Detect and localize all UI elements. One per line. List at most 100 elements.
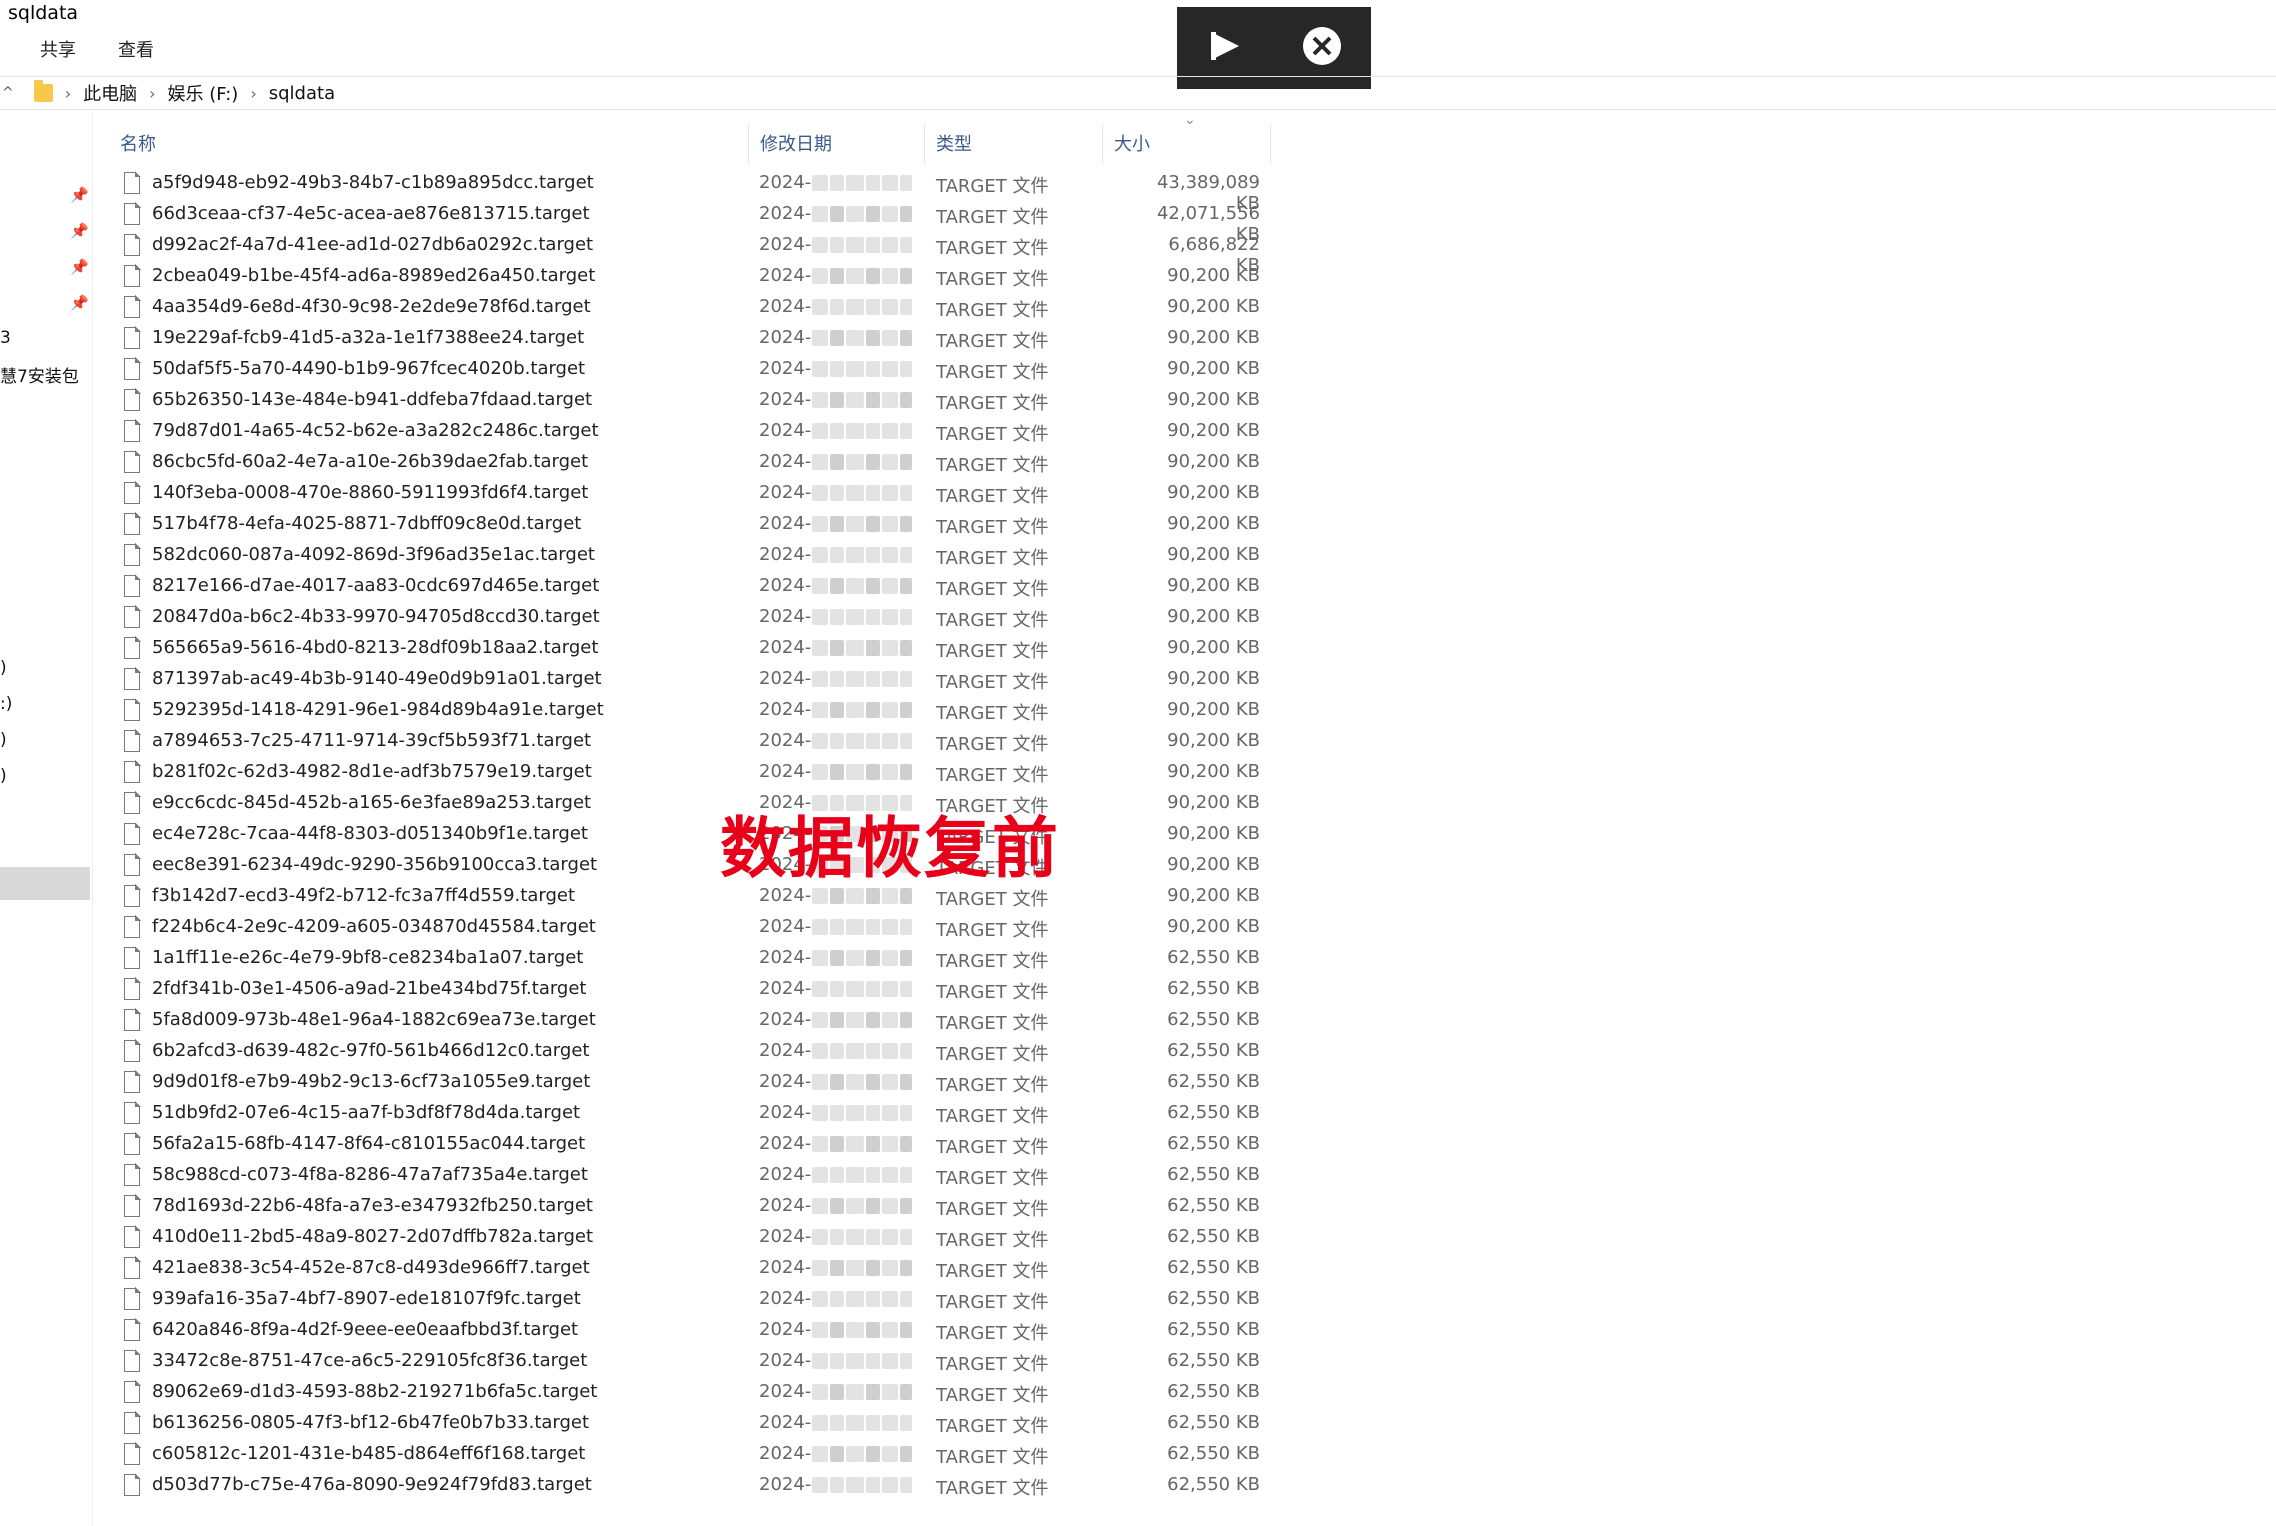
nav-item[interactable]: 慧7安装包: [0, 362, 79, 387]
file-icon: [124, 605, 141, 628]
pin-icon[interactable]: 📌: [70, 294, 89, 312]
file-icon: [124, 1194, 141, 1217]
file-row[interactable]: 66d3ceaa-cf37-4e5c-acea-ae876e813715.tar…: [122, 200, 1282, 245]
play-back-icon[interactable]: [1205, 26, 1245, 70]
breadcrumb-drive[interactable]: 娱乐 (F:): [168, 80, 239, 106]
file-icon: [124, 450, 141, 473]
breadcrumb-this-pc[interactable]: 此电脑: [83, 80, 137, 106]
file-row[interactable]: a5f9d948-eb92-49b3-84b7-c1b89a895dcc.tar…: [122, 169, 1282, 214]
up-arrow-icon[interactable]: ^: [2, 85, 14, 101]
file-date: 2024-: [759, 1009, 812, 1030]
redaction-block: [812, 733, 828, 749]
redaction-block: [830, 1167, 844, 1183]
file-row[interactable]: 58c988cd-c073-4f8a-8286-47a7af735a4e.tar…: [122, 1161, 1282, 1192]
pin-icon[interactable]: 📌: [70, 222, 89, 240]
redaction-block: [846, 1198, 864, 1214]
file-row[interactable]: 56fa2a15-68fb-4147-8f64-c810155ac044.tar…: [122, 1130, 1282, 1161]
file-row[interactable]: ec4e728c-7caa-44f8-8303-d051340b9f1e.tar…: [122, 820, 1282, 851]
file-row[interactable]: 517b4f78-4efa-4025-8871-7dbff09c8e0d.tar…: [122, 510, 1282, 541]
file-name: 89062e69-d1d3-4593-88b2-219271b6fa5c.tar…: [152, 1381, 598, 1402]
column-divider[interactable]: [748, 124, 749, 164]
file-row[interactable]: 5292395d-1418-4291-96e1-984d89b4a91e.tar…: [122, 696, 1282, 727]
file-size: 62,550 KB: [1167, 1474, 1260, 1495]
pin-icon[interactable]: 📌: [70, 258, 89, 276]
file-row[interactable]: 78d1693d-22b6-48fa-a7e3-e347932fb250.tar…: [122, 1192, 1282, 1223]
file-row[interactable]: 565665a9-5616-4bd0-8213-28df09b18aa2.tar…: [122, 634, 1282, 665]
close-circle-icon[interactable]: [1300, 24, 1344, 72]
nav-item[interactable]: ): [0, 730, 7, 750]
file-row[interactable]: 871397ab-ac49-4b3b-9140-49e0d9b91a01.tar…: [122, 665, 1282, 696]
redaction-block: [830, 609, 844, 625]
file-row[interactable]: c605812c-1201-431e-b485-d864eff6f168.tar…: [122, 1440, 1282, 1471]
column-divider[interactable]: [1270, 124, 1271, 164]
file-row[interactable]: d992ac2f-4a7d-41ee-ad1d-027db6a0292c.tar…: [122, 231, 1282, 276]
file-row[interactable]: 410d0e11-2bd5-48a9-8027-2d07dffb782a.tar…: [122, 1223, 1282, 1254]
file-row[interactable]: 2fdf341b-03e1-4506-a9ad-21be434bd75f.tar…: [122, 975, 1282, 1006]
column-header-type[interactable]: 类型: [936, 130, 972, 156]
file-row[interactable]: f3b142d7-ecd3-49f2-b712-fc3a7ff4d559.tar…: [122, 882, 1282, 913]
file-name: b281f02c-62d3-4982-8d1e-adf3b7579e19.tar…: [152, 761, 592, 782]
file-row[interactable]: 33472c8e-8751-47ce-a6c5-229105fc8f36.tar…: [122, 1347, 1282, 1378]
nav-item[interactable]: 3: [0, 328, 11, 348]
breadcrumb-folder[interactable]: sqldata: [269, 83, 335, 104]
file-row[interactable]: 5fa8d009-973b-48e1-96a4-1882c69ea73e.tar…: [122, 1006, 1282, 1037]
file-row[interactable]: b6136256-0805-47f3-bf12-6b47fe0b7b33.tar…: [122, 1409, 1282, 1440]
redaction-block: [830, 330, 844, 346]
ribbon-tab-view[interactable]: 查看: [118, 36, 154, 62]
redaction-block: [900, 330, 912, 346]
column-divider[interactable]: [1102, 124, 1103, 164]
file-date: 2024-: [759, 916, 812, 937]
nav-item[interactable]: :): [0, 694, 12, 714]
file-row[interactable]: e9cc6cdc-845d-452b-a165-6e3fae89a253.tar…: [122, 789, 1282, 820]
file-row[interactable]: 8217e166-d7ae-4017-aa83-0cdc697d465e.tar…: [122, 572, 1282, 603]
file-row[interactable]: 65b26350-143e-484e-b941-ddfeba7fdaad.tar…: [122, 386, 1282, 417]
redaction-block: [812, 981, 828, 997]
file-row[interactable]: 86cbc5fd-60a2-4e7a-a10e-26b39dae2fab.tar…: [122, 448, 1282, 479]
file-row[interactable]: 1a1ff11e-e26c-4e79-9bf8-ce8234ba1a07.tar…: [122, 944, 1282, 975]
redaction-block: [866, 578, 880, 594]
file-name: f224b6c4-2e9c-4209-a605-034870d45584.tar…: [152, 916, 596, 937]
file-row[interactable]: 9d9d01f8-e7b9-49b2-9c13-6cf73a1055e9.tar…: [122, 1068, 1282, 1099]
file-row[interactable]: 6b2afcd3-d639-482c-97f0-561b466d12c0.tar…: [122, 1037, 1282, 1068]
file-row[interactable]: 939afa16-35a7-4bf7-8907-ede18107f9fc.tar…: [122, 1285, 1282, 1316]
file-row[interactable]: 6420a846-8f9a-4d2f-9eee-ee0eaafbbd3f.tar…: [122, 1316, 1282, 1347]
column-header-date[interactable]: 修改日期: [760, 130, 832, 156]
file-row[interactable]: d503d77b-c75e-476a-8090-9e924f79fd83.tar…: [122, 1471, 1282, 1502]
file-row[interactable]: 582dc060-087a-4092-869d-3f96ad35e1ac.tar…: [122, 541, 1282, 572]
redaction-block: [830, 1384, 844, 1400]
file-row[interactable]: 2cbea049-b1be-45f4-ad6a-8989ed26a450.tar…: [122, 262, 1282, 293]
file-icon: [124, 1318, 141, 1341]
pin-icon[interactable]: 📌: [70, 186, 89, 204]
nav-item[interactable]: ): [0, 766, 7, 786]
file-row[interactable]: 51db9fd2-07e6-4c15-aa7f-b3df8f78d4da.tar…: [122, 1099, 1282, 1130]
file-row[interactable]: b281f02c-62d3-4982-8d1e-adf3b7579e19.tar…: [122, 758, 1282, 789]
file-row[interactable]: a7894653-7c25-4711-9714-39cf5b593f71.tar…: [122, 727, 1282, 758]
file-name: 4aa354d9-6e8d-4f30-9c98-2e2de9e78f6d.tar…: [152, 296, 591, 317]
ribbon-tab-share[interactable]: 共享: [40, 36, 76, 62]
file-row[interactable]: f224b6c4-2e9c-4209-a605-034870d45584.tar…: [122, 913, 1282, 944]
column-header-size[interactable]: 大小: [1114, 130, 1150, 156]
address-bar[interactable]: ^ › 此电脑 › 娱乐 (F:) › sqldata: [0, 76, 2276, 110]
file-row[interactable]: 50daf5f5-5a70-4490-b1b9-967fcec4020b.tar…: [122, 355, 1282, 386]
column-divider[interactable]: [924, 124, 925, 164]
file-date: 2024-: [759, 1474, 812, 1495]
redaction-block: [882, 1105, 898, 1121]
redaction-block: [900, 981, 912, 997]
file-row[interactable]: 89062e69-d1d3-4593-88b2-219271b6fa5c.tar…: [122, 1378, 1282, 1409]
file-date: 2024-: [759, 699, 812, 720]
file-date: 2024-: [759, 1257, 812, 1278]
file-row[interactable]: 4aa354d9-6e8d-4f30-9c98-2e2de9e78f6d.tar…: [122, 293, 1282, 324]
file-row[interactable]: 421ae838-3c54-452e-87c8-d493de966ff7.tar…: [122, 1254, 1282, 1285]
redaction-block: [900, 764, 912, 780]
column-header-name[interactable]: 名称: [120, 130, 156, 156]
nav-item[interactable]: ): [0, 658, 7, 678]
file-date: 2024-: [759, 420, 812, 441]
file-name: 50daf5f5-5a70-4490-b1b9-967fcec4020b.tar…: [152, 358, 586, 379]
file-row[interactable]: 140f3eba-0008-470e-8860-5911993fd6f4.tar…: [122, 479, 1282, 510]
file-date: 2024-: [759, 1443, 812, 1464]
redaction-block: [812, 423, 828, 439]
file-row[interactable]: 20847d0a-b6c2-4b33-9970-94705d8ccd30.tar…: [122, 603, 1282, 634]
file-row[interactable]: 19e229af-fcb9-41d5-a32a-1e1f7388ee24.tar…: [122, 324, 1282, 355]
file-row[interactable]: eec8e391-6234-49dc-9290-356b9100cca3.tar…: [122, 851, 1282, 882]
file-row[interactable]: 79d87d01-4a65-4c52-b62e-a3a282c2486c.tar…: [122, 417, 1282, 448]
